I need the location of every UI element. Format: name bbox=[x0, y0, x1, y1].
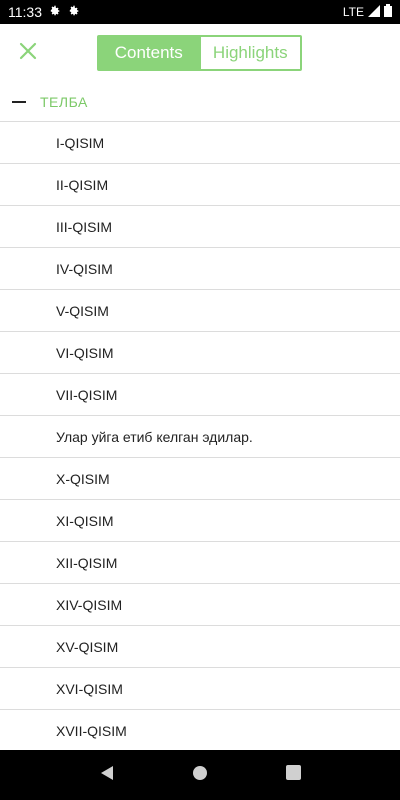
list-item[interactable]: XI-QISIM bbox=[0, 500, 400, 542]
list-item[interactable]: IV-QISIM bbox=[0, 248, 400, 290]
tab-highlights[interactable]: Highlights bbox=[198, 37, 300, 69]
home-button[interactable] bbox=[185, 760, 215, 790]
battery-icon bbox=[384, 4, 392, 20]
group-title: ТЕЛБА bbox=[40, 93, 88, 110]
list-item[interactable]: V-QISIM bbox=[0, 290, 400, 332]
list-item[interactable]: VI-QISIM bbox=[0, 332, 400, 374]
list-item[interactable]: XIV-QISIM bbox=[0, 584, 400, 626]
status-bar: 11:33 LTE bbox=[0, 0, 400, 24]
contents-list: ТЕЛБА I-QISIM II-QISIM III-QISIM IV-QISI… bbox=[0, 82, 400, 750]
list-item[interactable]: III-QISIM bbox=[0, 206, 400, 248]
list-item[interactable]: XII-QISIM bbox=[0, 542, 400, 584]
status-right: LTE bbox=[343, 4, 392, 20]
tab-contents[interactable]: Contents bbox=[99, 37, 199, 69]
collapse-icon bbox=[12, 100, 26, 103]
navigation-bar bbox=[0, 750, 400, 800]
back-button[interactable] bbox=[92, 760, 122, 790]
close-button[interactable] bbox=[14, 39, 42, 67]
signal-icon bbox=[368, 4, 380, 20]
list-item[interactable]: X-QISIM bbox=[0, 458, 400, 500]
status-left: 11:33 bbox=[8, 4, 80, 20]
gear-icon bbox=[48, 4, 61, 20]
list-item[interactable]: Улар уйга етиб келган эдилар. bbox=[0, 416, 400, 458]
list-item[interactable]: XVII-QISIM bbox=[0, 710, 400, 750]
close-icon bbox=[19, 42, 37, 65]
list-item[interactable]: I-QISIM bbox=[0, 122, 400, 164]
list-item[interactable]: XV-QISIM bbox=[0, 626, 400, 668]
list-item[interactable]: VII-QISIM bbox=[0, 374, 400, 416]
status-time: 11:33 bbox=[8, 4, 42, 20]
network-type: LTE bbox=[342, 5, 364, 19]
home-icon bbox=[192, 765, 208, 786]
recents-icon bbox=[285, 765, 301, 785]
list-item[interactable]: XVI-QISIM bbox=[0, 668, 400, 710]
back-icon bbox=[99, 765, 115, 786]
segmented-control: Contents Highlights bbox=[97, 35, 302, 71]
recents-button[interactable] bbox=[278, 760, 308, 790]
app-bar: Contents Highlights bbox=[0, 24, 400, 82]
gear-icon bbox=[67, 4, 80, 20]
group-header[interactable]: ТЕЛБА bbox=[0, 82, 400, 122]
list-item[interactable]: II-QISIM bbox=[0, 164, 400, 206]
